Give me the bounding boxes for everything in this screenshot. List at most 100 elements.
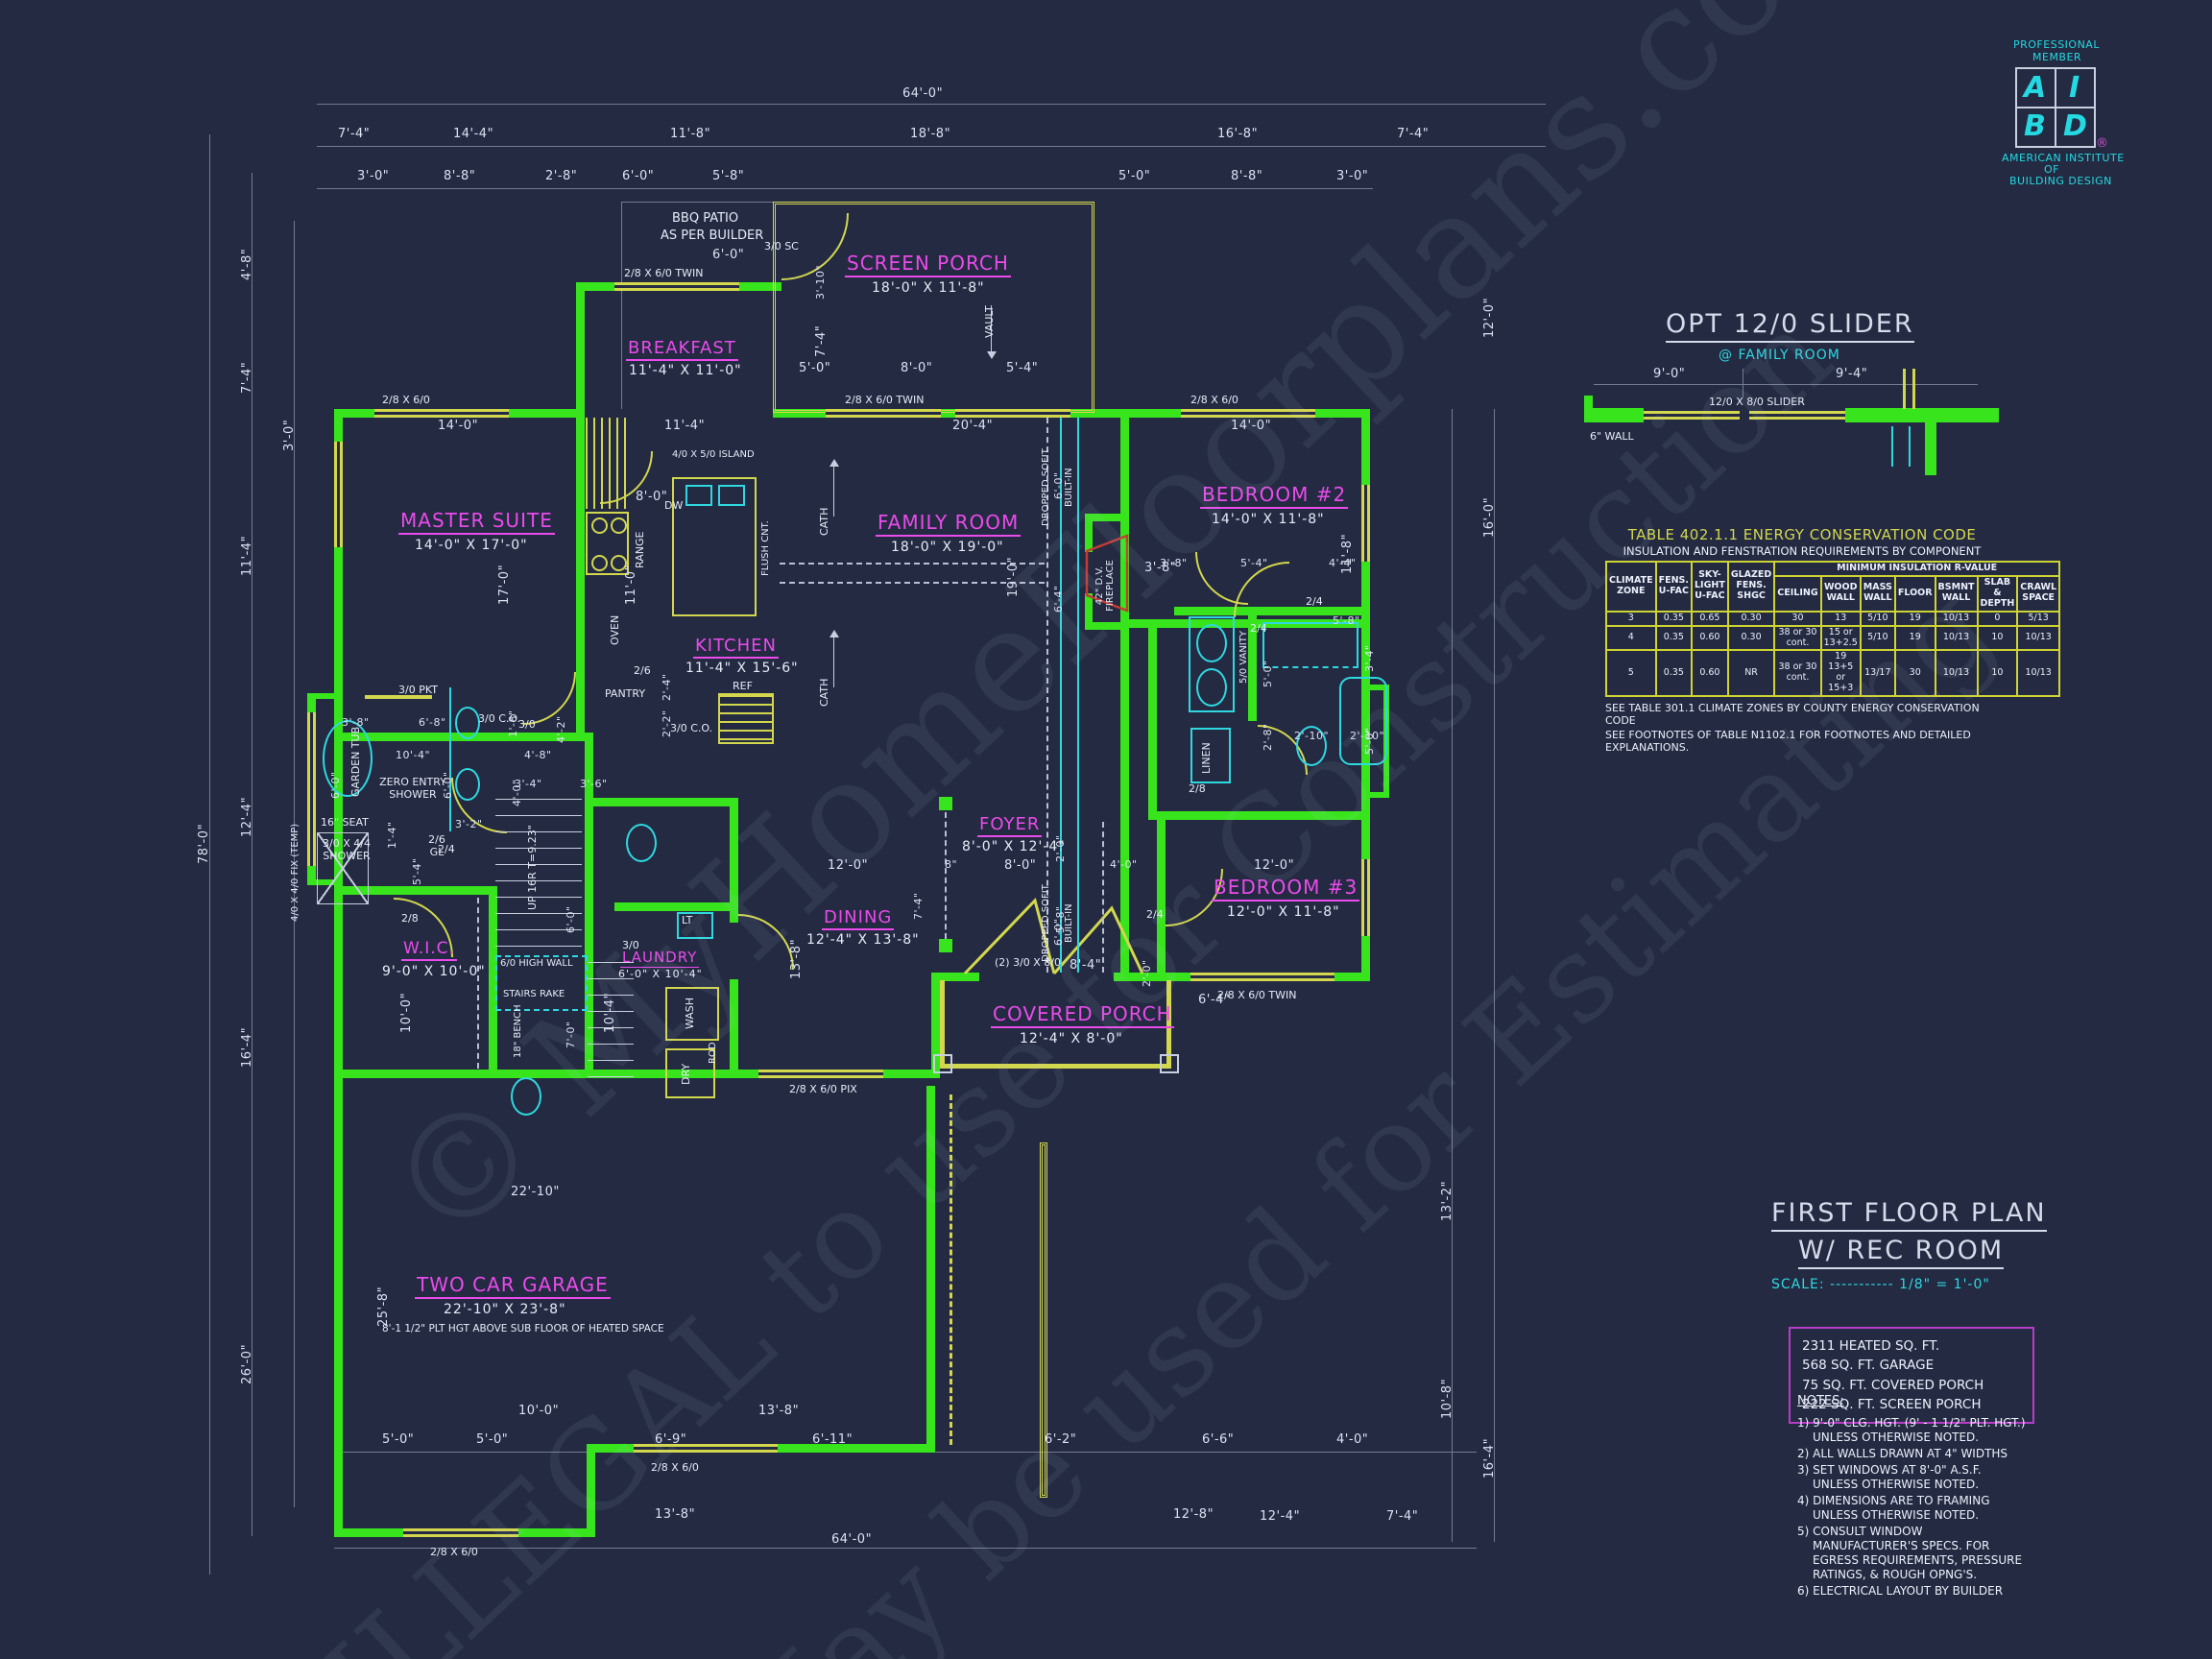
dimension-label: 5'-8" <box>1054 905 1067 933</box>
area-line: 568 SQ. FT. GARAGE <box>1802 1356 2021 1375</box>
wall-segment <box>576 409 585 741</box>
note-item: 5) CONSULT WINDOW MANUFACTURER'S SPECS. … <box>1797 1525 2028 1582</box>
dimension-label: 5'-0" <box>1262 660 1274 687</box>
dimension-label: 2'-0" <box>1054 834 1067 862</box>
dimension-label: 6'-2" <box>1045 1432 1076 1447</box>
detail-title: OPT 12/0 SLIDER <box>1666 309 1914 343</box>
dimension-label: 16'-8" <box>1217 127 1258 141</box>
table-footnote: SEE FOOTNOTES OF TABLE N1102.1 FOR FOOTN… <box>1605 729 1999 754</box>
room-label-foyer: FOYER <box>977 814 1042 837</box>
dimension-label: 13'-2" <box>1440 1181 1455 1221</box>
builtin-line <box>1060 418 1062 973</box>
column-post <box>939 797 952 810</box>
energy-table-cell: 5 <box>1606 650 1656 696</box>
room-dims: 11'-4" X 15'-6" <box>685 661 799 676</box>
registered-icon: ® <box>2096 136 2108 151</box>
porch-edge <box>940 1064 1171 1069</box>
dimension-label: 20'-4" <box>952 419 993 433</box>
energy-table-cell: 10/13 <box>1936 612 1978 626</box>
dimension-label: 2'-0" <box>1141 959 1153 987</box>
window-label: 2/8 X 6/0 <box>430 1546 478 1558</box>
laundry-tub-label: LT <box>682 914 692 926</box>
dimension-label: 3'-8" <box>342 716 370 729</box>
dimension-label: 5'-8" <box>712 169 744 183</box>
window <box>1190 973 1334 981</box>
centerline <box>780 563 1045 565</box>
window-label: 2/8 X 6/0 PIX <box>789 1083 857 1095</box>
flush-label: FLUSH CNT. <box>760 520 771 576</box>
dimension-label: 19'-0" <box>1006 557 1021 597</box>
room-dims: 12'-0" X 11'-8" <box>1227 904 1340 920</box>
arrow-down-icon <box>987 351 997 359</box>
energy-table-cell: 0.35 <box>1656 626 1692 651</box>
room-dims: 18'-0" X 11'-8" <box>872 280 985 296</box>
dimension-line <box>317 104 1546 105</box>
vanity-counter <box>449 687 451 831</box>
room-label-master: MASTER SUITE <box>398 509 555 535</box>
room-label-dining: DINING <box>822 907 894 930</box>
dimension-line <box>334 1548 1477 1549</box>
energy-table-cell: 19 13+5 or 15+3 <box>1821 650 1861 696</box>
door-label: (2) 3/0 X 8/0 <box>995 956 1061 969</box>
dimension-label: 6'-9" <box>655 1432 686 1447</box>
dimension-line <box>1494 409 1495 1542</box>
dimension-label: 5'-4" <box>1006 361 1038 375</box>
burner <box>591 555 608 571</box>
floor-plan: MASTER SUITE 14'-0" X 17'-0" BREAKFAST 1… <box>0 0 1555 1659</box>
dimension-label: 7'-4" <box>1397 127 1429 141</box>
garden-tub-label: GARDEN TUB <box>349 727 362 797</box>
table-footnote: SEE TABLE 301.1 CLIMATE ZONES BY COUNTY … <box>1605 702 1999 727</box>
room-label-wic: W.I.C. <box>401 939 457 961</box>
vault-label: VAULT <box>983 305 996 338</box>
notes-title: NOTES: <box>1797 1394 2028 1408</box>
logo-text: PROFESSIONAL <box>2013 38 2100 51</box>
opening-label: 3/0 C.O. <box>670 722 712 734</box>
aibd-logo: PROFESSIONAL MEMBER A I B D ® AMERICAN I… <box>2002 38 2194 192</box>
soffit-label: DROPPED SOFIT <box>1041 884 1051 962</box>
dimension-label: 3'-6" <box>580 778 608 790</box>
wall-segment <box>585 798 738 806</box>
stairs-up-label: UP 16R T=9.23" <box>526 825 539 910</box>
toilet-icon <box>511 1077 541 1116</box>
cath-label: CATH <box>818 679 830 707</box>
sink <box>455 707 480 739</box>
slider-detail: OPT 12/0 SLIDER @ FAMILY ROOM 9'-0" 9'-4… <box>1584 309 2026 463</box>
dimension-label: 3'-10" <box>814 265 827 300</box>
sink <box>718 485 745 506</box>
ref-label: REF <box>733 680 753 692</box>
energy-table-cell: 10/13 <box>2017 626 2059 651</box>
dimension-label: 9'-0" <box>1653 367 1685 381</box>
dimension-label: 5'-0" <box>382 1432 414 1447</box>
door-label: 2/4 <box>438 843 455 855</box>
area-line: 2311 HEATED SQ. FT. <box>1802 1336 2021 1356</box>
logo-letter-b: B <box>2024 109 2046 143</box>
wall-segment <box>1370 792 1389 798</box>
dryer-label: DRY <box>680 1064 692 1085</box>
energy-table-cell: 5/10 <box>1861 612 1895 626</box>
window-label: 2/8 X 6/0 <box>651 1461 699 1474</box>
vanity-label: 5/0 VANITY <box>1238 631 1249 684</box>
room-dims: 6'-0" X 10'-4" <box>618 968 703 980</box>
dimension-label: 64'-0" <box>902 86 943 101</box>
energy-table-row: 30.350.650.3030135/101910/1305/13 <box>1606 612 2059 626</box>
sink <box>685 485 712 506</box>
washer-label: WASH <box>684 998 696 1029</box>
dimension-label: 9'-4" <box>1836 367 1867 381</box>
table-header: CEILING <box>1774 576 1820 612</box>
energy-table-row: 50.350.60NR38 or 30 cont.19 13+5 or 15+3… <box>1606 650 2059 696</box>
room-label-covered-porch: COVERED PORCH <box>991 1002 1174 1028</box>
garage-line <box>950 1094 952 1445</box>
dimension-label: 78'-0" <box>197 824 211 864</box>
energy-table-cell: 0.60 <box>1692 626 1728 651</box>
dimension-line <box>1452 409 1453 1542</box>
bbq-label: BBQ PATIO <box>672 211 738 226</box>
dimension-label: 10'-4" <box>396 749 430 761</box>
sink <box>1196 624 1227 662</box>
dimension-label: 5'-0" <box>476 1432 508 1447</box>
logo-letter-d: D <box>2063 109 2087 143</box>
room-label-garage: TWO CAR GARAGE <box>415 1273 611 1299</box>
wall-segment <box>926 1086 935 1453</box>
dimension-label: 5'-0" <box>799 361 830 375</box>
energy-table-cell: 3 <box>1606 612 1656 626</box>
dimension-label: 3'-0" <box>1336 169 1368 183</box>
